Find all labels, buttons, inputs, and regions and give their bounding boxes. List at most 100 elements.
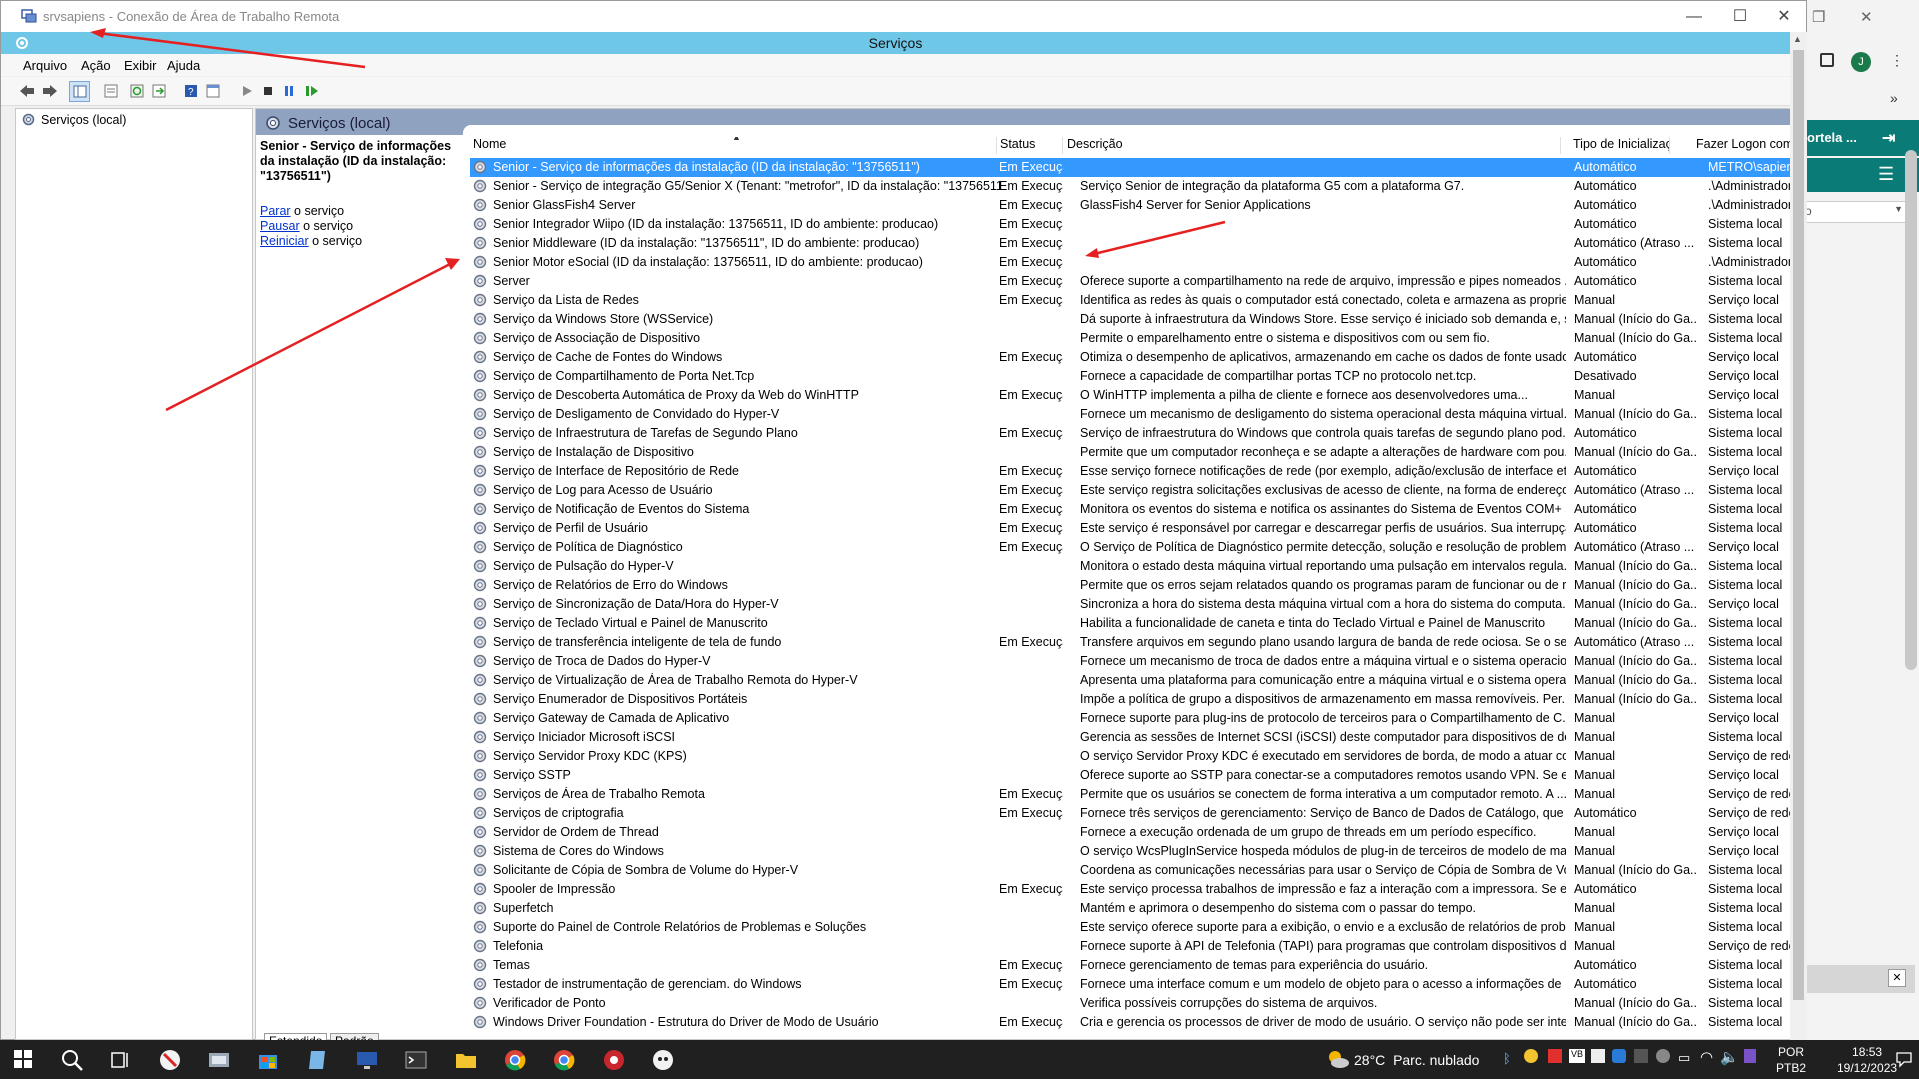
restart-service-button[interactable]: [302, 81, 321, 100]
bluetooth-icon[interactable]: ᛒ: [1503, 1051, 1511, 1066]
search-icon[interactable]: [60, 1048, 84, 1072]
tree-item-servicos-local[interactable]: Serviços (local): [21, 112, 126, 127]
close-icon[interactable]: ✕: [1888, 969, 1906, 987]
service-row[interactable]: Superfetch Mantém e aprimora o desempenho…: [470, 899, 1791, 918]
service-row[interactable]: Temas Em Execução Fornece gerenciamento de…: [470, 956, 1791, 975]
service-row[interactable]: Servidor de Ordem de Thread Fornece a exe…: [470, 823, 1791, 842]
service-row[interactable]: Serviço Gateway de Camada de Aplicativo F…: [470, 709, 1791, 728]
service-row[interactable]: Serviço de Perfil de Usuário Em Execução E…: [470, 519, 1791, 538]
service-row[interactable]: Serviço de Infraestrutura de Tarefas de …: [470, 424, 1791, 443]
service-row[interactable]: Serviço Iniciador Microsoft iSCSI Gerenci…: [470, 728, 1791, 747]
tray-app-icon-2[interactable]: [1548, 1049, 1562, 1063]
column-header-description[interactable]: Descrição: [1063, 137, 1561, 154]
input-language[interactable]: POR PTB2: [1776, 1044, 1806, 1076]
service-row[interactable]: Windows Driver Foundation - Estrutura do…: [470, 1013, 1791, 1031]
service-row[interactable]: Serviços de criptografia Em Execução Forne…: [470, 804, 1791, 823]
service-row[interactable]: Serviço de Teclado Virtual e Painel de M…: [470, 614, 1791, 633]
pen-icon[interactable]: [1744, 1049, 1756, 1063]
stop-service-link[interactable]: Parar: [260, 204, 291, 218]
service-row[interactable]: Serviço de Pulsação do Hyper-V Monitora o…: [470, 557, 1791, 576]
service-row[interactable]: Serviço da Lista de Redes Em Execução Iden…: [470, 291, 1791, 310]
window-scrollbar[interactable]: ▲: [1790, 32, 1807, 1041]
menu-ajuda[interactable]: Ajuda: [167, 58, 200, 73]
app-icon-2[interactable]: [207, 1048, 231, 1072]
tray-app-icon-7[interactable]: [1656, 1049, 1670, 1063]
restore-icon[interactable]: ❐: [1812, 8, 1825, 26]
tray-app-icon-3[interactable]: VB: [1569, 1049, 1585, 1063]
service-row[interactable]: Senior - Serviço de integração G5/Senior…: [470, 177, 1791, 196]
service-row[interactable]: Serviço de Política de Diagnóstico Em Exe…: [470, 538, 1791, 557]
service-row[interactable]: Serviço Enumerador de Dispositivos Portá…: [470, 690, 1791, 709]
service-row[interactable]: Serviço de Troca de Dados do Hyper-V Forn…: [470, 652, 1791, 671]
service-row[interactable]: Serviço de Interface de Repositório de R…: [470, 462, 1791, 481]
service-row[interactable]: Serviço SSTP Oferece suporte ao SSTP para…: [470, 766, 1791, 785]
menu-exibir[interactable]: Exibir: [124, 58, 157, 73]
app-icon-red[interactable]: [602, 1048, 626, 1072]
service-row[interactable]: Senior - Serviço de informações da insta…: [470, 158, 1791, 177]
service-row[interactable]: Serviços de Área de Trabalho Remota Em Ex…: [470, 785, 1791, 804]
properties-button[interactable]: [101, 81, 120, 100]
column-header-logon[interactable]: Fazer Logon como: [1670, 137, 1791, 154]
service-row[interactable]: Suporte do Painel de Controle Relatórios…: [470, 918, 1791, 937]
scroll-up-icon[interactable]: ▲: [1793, 34, 1802, 44]
refresh-button[interactable]: [127, 81, 146, 100]
show-tree-button[interactable]: [69, 81, 90, 102]
start-service-button[interactable]: [237, 81, 256, 100]
service-row[interactable]: Serviço de Associação de Dispositivo Perm…: [470, 329, 1791, 348]
sidebar-icon[interactable]: [1820, 53, 1834, 67]
pause-service-button[interactable]: [279, 81, 298, 100]
more-menu-icon[interactable]: ⋮: [1890, 52, 1904, 69]
service-row[interactable]: Senior GlassFish4 Server Em Execução Glass…: [470, 196, 1791, 215]
service-row[interactable]: Serviço de Notificação de Eventos do Sis…: [470, 500, 1791, 519]
column-header-startup-type[interactable]: Tipo de Inicialização: [1561, 137, 1670, 154]
service-row[interactable]: Solicitante de Cópia de Sombra de Volume…: [470, 861, 1791, 880]
service-row[interactable]: Senior Middleware (ID da instalação: "13…: [470, 234, 1791, 253]
volume-icon[interactable]: 🔈: [1720, 1048, 1739, 1066]
maximize-button[interactable]: ☐: [1717, 5, 1763, 29]
clock[interactable]: 18:53 19/12/2023: [1837, 1044, 1897, 1076]
close-icon[interactable]: ✕: [1860, 8, 1873, 26]
service-row[interactable]: Serviço de Cache de Fontes do Windows Em …: [470, 348, 1791, 367]
chrome-profile-icon[interactable]: [552, 1048, 576, 1072]
notification-center-icon[interactable]: [1895, 1050, 1913, 1068]
tray-app-icon-4[interactable]: [1591, 1049, 1605, 1063]
service-row[interactable]: Serviço da Windows Store (WSService) Dá s…: [470, 310, 1791, 329]
app-icon-alien[interactable]: [651, 1048, 675, 1072]
service-row[interactable]: Senior Integrador Wiipo (ID da instalaçã…: [470, 215, 1791, 234]
console-button[interactable]: [203, 81, 222, 100]
tray-app-icon-6[interactable]: [1634, 1049, 1648, 1063]
service-row[interactable]: Senior Motor eSocial (ID da instalação: …: [470, 253, 1791, 272]
help-button[interactable]: ?: [181, 81, 200, 100]
minimize-button[interactable]: —: [1671, 5, 1717, 29]
service-row[interactable]: Server Em Execução Oferece suporte a compa…: [470, 272, 1791, 291]
network-icon[interactable]: ▭: [1678, 1050, 1690, 1066]
web-scrollbar[interactable]: [1905, 150, 1917, 670]
hamburger-icon[interactable]: ☰: [1878, 164, 1894, 185]
wifi-icon[interactable]: ◠: [1700, 1048, 1713, 1066]
scrollbar-thumb[interactable]: [1793, 50, 1804, 1000]
close-button[interactable]: ✕: [1761, 5, 1807, 29]
windows-start-icon[interactable]: [12, 1048, 36, 1072]
service-row[interactable]: Serviço de Log para Acesso de Usuário Em …: [470, 481, 1791, 500]
store-icon[interactable]: [256, 1048, 280, 1072]
chrome-icon[interactable]: [503, 1048, 527, 1072]
service-row[interactable]: Sistema de Cores do Windows O serviço Wcs…: [470, 842, 1791, 861]
menu-arquivo[interactable]: Arquivo: [23, 58, 67, 73]
export-list-button[interactable]: [149, 81, 168, 100]
back-button[interactable]: [17, 81, 36, 100]
pause-service-link[interactable]: Pausar: [260, 219, 300, 233]
service-row[interactable]: Serviço de Instalação de Dispositivo Perm…: [470, 443, 1791, 462]
app-icon-1[interactable]: [158, 1048, 182, 1072]
stop-service-button[interactable]: [258, 81, 277, 100]
service-row[interactable]: Serviço de Descoberta Automática de Prox…: [470, 386, 1791, 405]
task-view-icon[interactable]: [108, 1048, 132, 1072]
tray-app-icon-5[interactable]: [1612, 1049, 1626, 1063]
column-header-status[interactable]: Status: [997, 137, 1063, 154]
file-explorer-icon[interactable]: [454, 1048, 478, 1072]
service-row[interactable]: Testador de instrumentação de gerenciam.…: [470, 975, 1791, 994]
column-header-name[interactable]: Nome ▲: [470, 137, 997, 154]
restart-service-link[interactable]: Reiniciar: [260, 234, 309, 248]
service-row[interactable]: Serviço de Compartilhamento de Porta Net…: [470, 367, 1791, 386]
service-row[interactable]: Verificador de Ponto Verifica possíveis c…: [470, 994, 1791, 1013]
service-row[interactable]: Spooler de Impressão Em Execução Este serv…: [470, 880, 1791, 899]
